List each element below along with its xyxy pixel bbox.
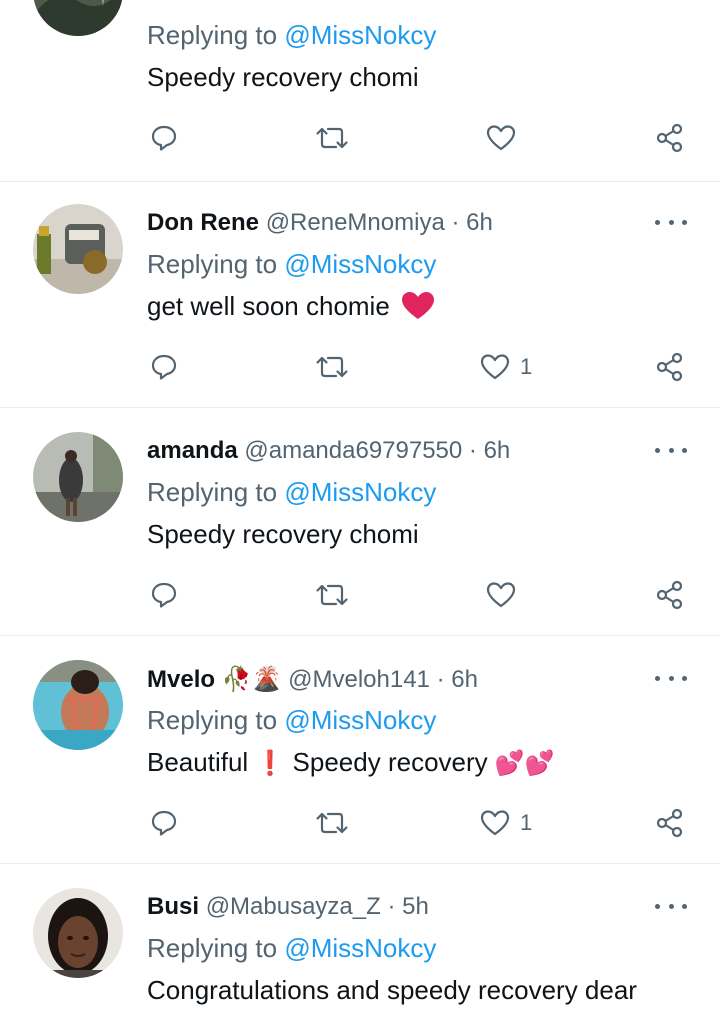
exclamation-emoji: ❗ [255,749,286,777]
action-bar [0,120,720,156]
reply-icon [151,125,177,151]
tweet-text: Speedy recovery chomi [147,62,419,92]
tweet-header: Mvelo 🥀🌋 @Mveloh141 · 6h [147,665,478,693]
avatar[interactable] [33,204,123,294]
mention-link[interactable]: @MissNokcy [284,933,436,963]
tweet-text: Congratulations and speedy recovery dear [147,975,637,1005]
share-icon [656,352,683,382]
tweet-header: Busi @Mabusayza_Z · 5h [147,893,429,920]
retweet-icon [316,584,348,606]
like-count: 1 [520,354,533,379]
action-bar: 1 [0,349,720,385]
retweet-button[interactable] [315,805,349,841]
more-options-button[interactable] [655,440,687,460]
replying-to: Replying to @MissNokcy [147,20,437,50]
action-bar [0,577,720,613]
replying-to: Replying to @MissNokcy [147,705,437,735]
display-name[interactable]: Don Rene [147,209,259,236]
tweet-header: Don Rene @ReneMnomiya · 6h [147,209,493,236]
reply-button[interactable] [150,120,178,156]
red-heart-emoji [402,292,435,319]
retweet-icon [316,127,348,149]
more-options-button[interactable] [655,212,687,232]
name-emoji: 🥀🌋 [221,665,282,693]
timestamp[interactable]: 6h [484,437,511,464]
tweet-text: Speedy recovery chomi [147,519,419,549]
two-hearts-emoji: 💕💕 [494,749,555,777]
display-name[interactable]: amanda [147,437,238,464]
like-button[interactable]: 1 [480,349,532,385]
reply-button[interactable] [150,805,178,841]
avatar[interactable] [33,888,123,978]
handle[interactable]: @Mveloh141 [288,666,430,693]
timestamp[interactable]: 6h [466,209,493,236]
reply-tweet[interactable]: Replying to @MissNokcy Speedy recovery c… [0,0,720,182]
retweet-icon [316,356,348,378]
like-count: 1 [520,810,533,835]
mention-link[interactable]: @MissNokcy [284,477,436,507]
reply-icon [151,810,177,836]
tweet-text: get well soon chomie [147,290,435,322]
timestamp[interactable]: 6h [451,666,478,693]
reply-button[interactable] [150,577,178,613]
share-icon [656,808,683,838]
retweet-button[interactable] [315,349,349,385]
heart-outline-icon [480,810,510,836]
like-button[interactable] [486,120,526,156]
reply-button[interactable] [150,349,178,385]
share-icon [656,123,683,153]
reply-icon [151,582,177,608]
share-icon [656,580,683,610]
display-name[interactable]: Busi [147,893,199,920]
reply-tweet[interactable]: amanda @amanda69797550 · 6h Replying to … [0,408,720,636]
handle[interactable]: @ReneMnomiya [266,209,445,236]
share-button[interactable] [655,805,685,841]
avatar[interactable] [33,660,123,750]
action-bar: 1 [0,805,720,841]
mention-link[interactable]: @MissNokcy [284,20,436,50]
retweet-button[interactable] [315,120,349,156]
share-button[interactable] [655,120,685,156]
share-button[interactable] [655,577,685,613]
avatar[interactable] [33,432,123,522]
reply-tweet[interactable]: Mvelo 🥀🌋 @Mveloh141 · 6h Replying to @Mi… [0,636,720,864]
handle[interactable]: @Mabusayza_Z [206,893,381,920]
heart-outline-icon [486,582,516,608]
retweet-icon [316,812,348,834]
reply-tweet[interactable]: Don Rene @ReneMnomiya · 6h Replying to @… [0,182,720,408]
timestamp[interactable]: 5h [402,893,429,920]
handle[interactable]: @amanda69797550 [244,437,462,464]
heart-outline-icon [486,125,516,151]
reply-tweet[interactable]: Busi @Mabusayza_Z · 5h Replying to @Miss… [0,864,720,1017]
more-options-button[interactable] [655,668,687,688]
mention-link[interactable]: @MissNokcy [284,249,436,279]
tweet-header: amanda @amanda69797550 · 6h [147,437,511,464]
heart-outline-icon [480,354,510,380]
replying-to: Replying to @MissNokcy [147,249,437,279]
reply-icon [151,354,177,380]
tweet-text: Beautiful ❗ Speedy recovery 💕💕 [147,747,555,777]
retweet-button[interactable] [315,577,349,613]
mention-link[interactable]: @MissNokcy [284,705,436,735]
like-button[interactable] [486,577,526,613]
share-button[interactable] [655,349,685,385]
avatar[interactable] [33,0,123,36]
more-options-button[interactable] [655,896,687,916]
replying-to: Replying to @MissNokcy [147,477,437,507]
like-button[interactable]: 1 [480,805,532,841]
display-name[interactable]: Mvelo [147,666,215,693]
replying-to: Replying to @MissNokcy [147,933,437,963]
